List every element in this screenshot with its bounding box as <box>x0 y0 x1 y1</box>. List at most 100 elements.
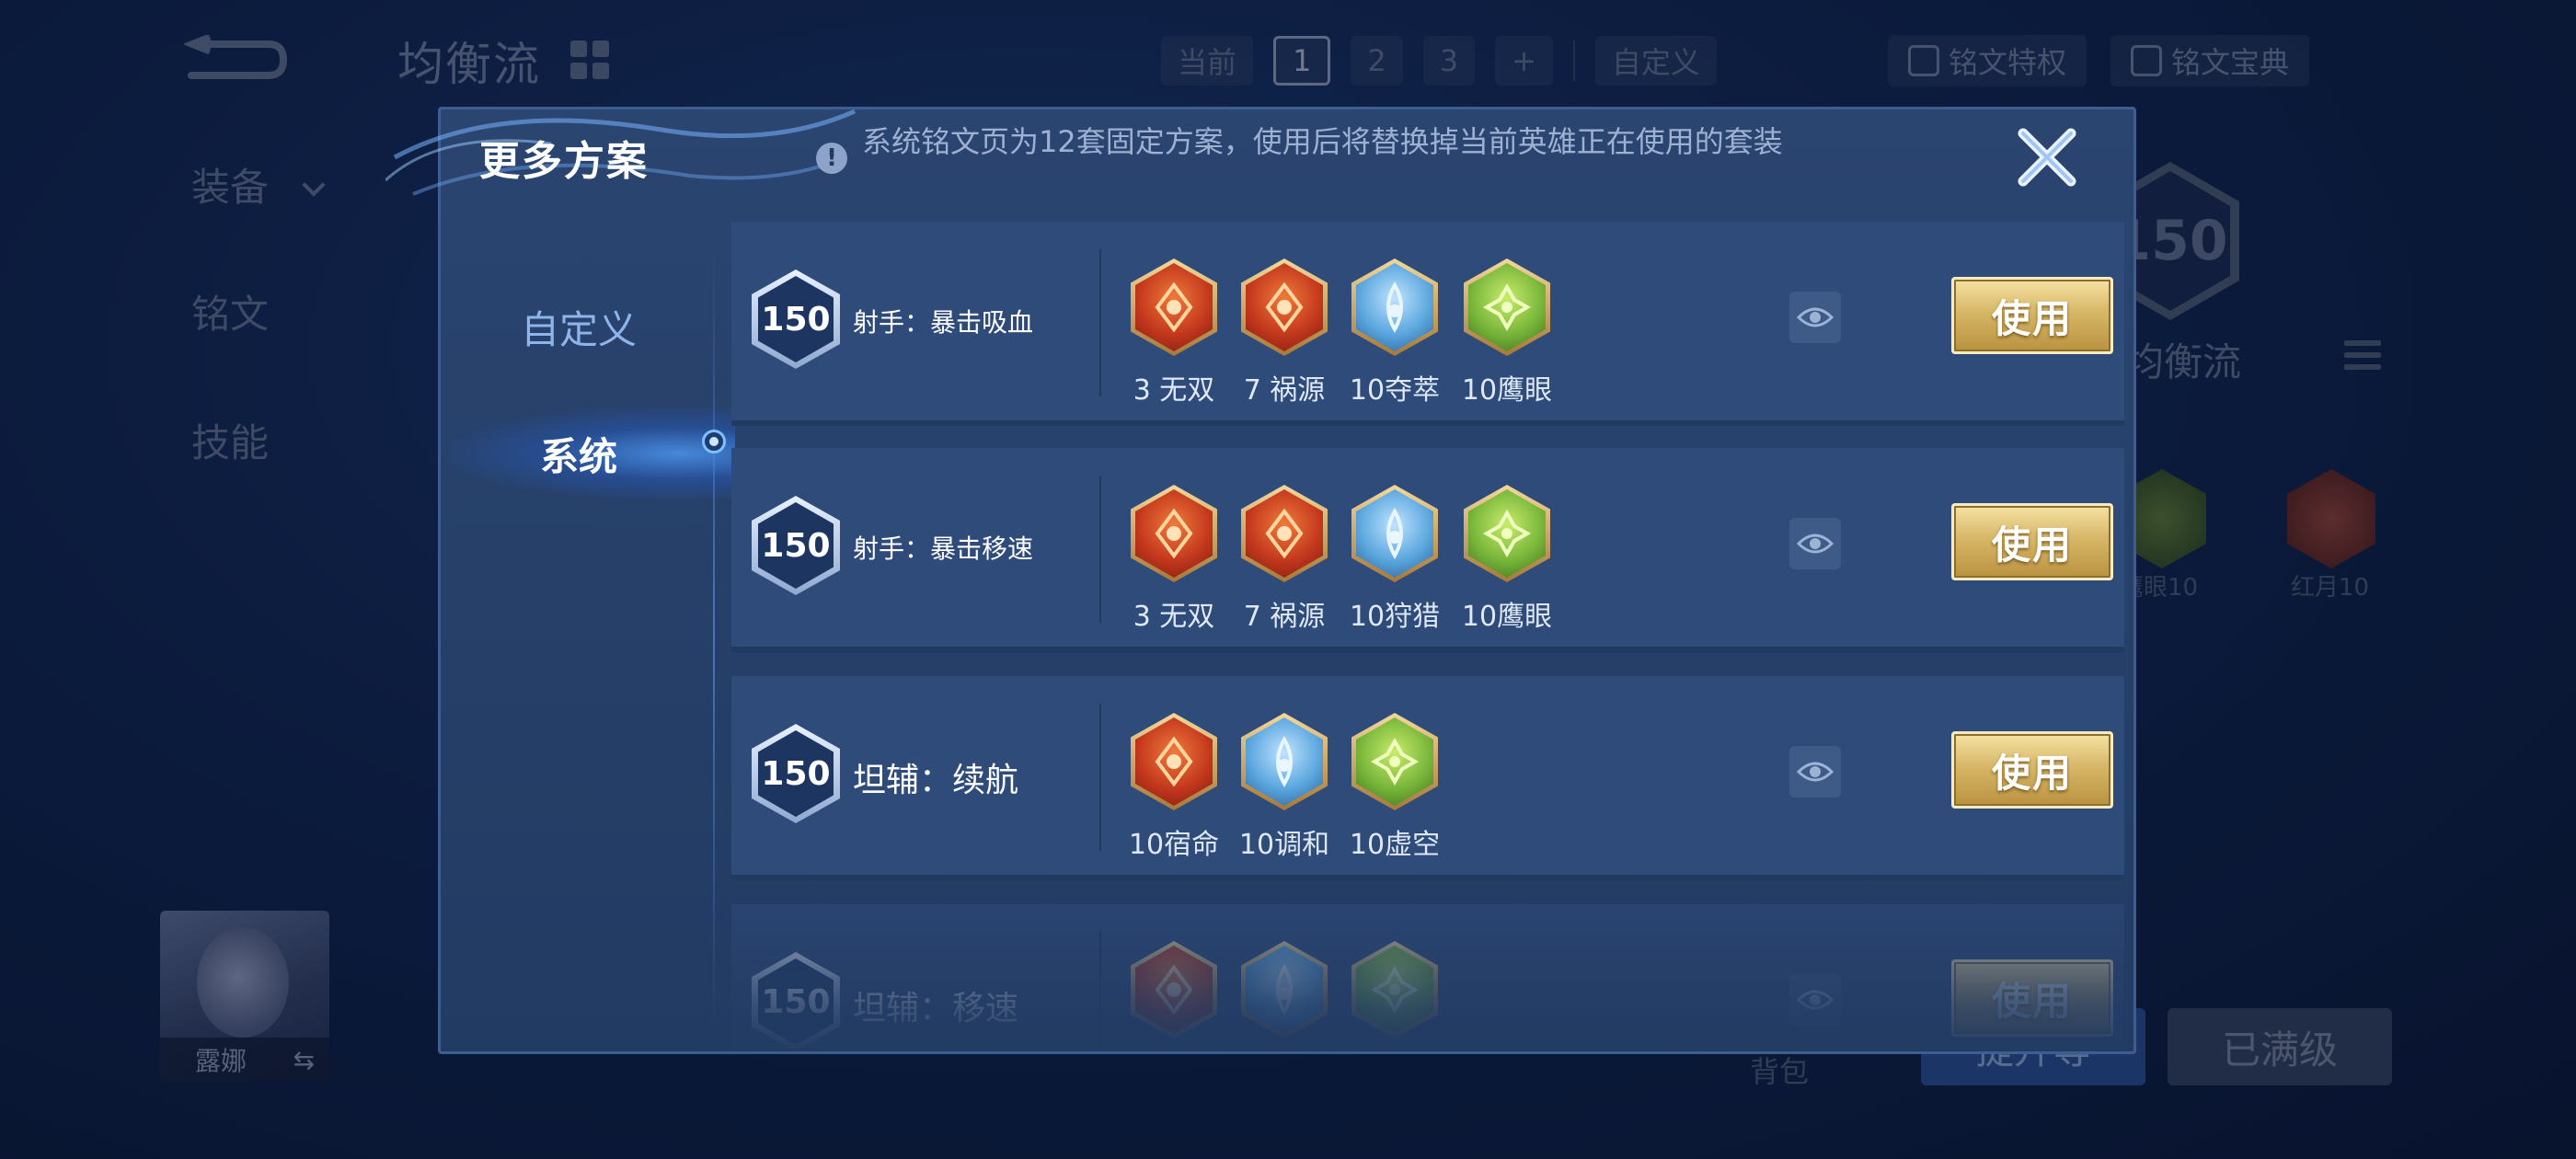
tab-custom[interactable]: 自定义 <box>441 281 717 373</box>
rune-label: 10鹰眼 <box>1461 374 1553 407</box>
rune-frame <box>1131 941 1217 1039</box>
rune-label: 3 无双 <box>1133 374 1215 407</box>
plan-row: 150 射手：暴击移速 3 无双 7 祸源 10狩猎 10鹰眼 使用 <box>731 448 2124 652</box>
leaf-rune-glyph <box>1482 509 1532 558</box>
notice-text: 系统铭文页为12套固定方案，使用后将替换掉当前英雄正在使用的套装 <box>862 124 1783 159</box>
red-rune-icon: 10宿命 <box>1118 713 1230 862</box>
rune-frame <box>1351 941 1438 1039</box>
modal-title: 更多方案 <box>479 138 649 185</box>
active-tab-indicator <box>702 430 726 453</box>
rune-frame <box>1351 713 1438 810</box>
rune-emblem <box>1246 263 1323 351</box>
use-button[interactable]: 使用 <box>1951 503 2113 580</box>
plan-row: 150 射手：暴击吸血 3 无双 7 祸源 10夺萃 10鹰眼 使用 <box>731 222 2124 426</box>
use-button[interactable]: 使用 <box>1951 959 2113 1037</box>
rune-frame <box>1464 258 1550 356</box>
flame-rune-glyph <box>1265 508 1304 559</box>
green-rune-icon: 10虚空 <box>1339 713 1451 862</box>
rune-label: 10宿命 <box>1128 829 1220 861</box>
level-badge: 150 <box>752 270 840 369</box>
rune-label: 10鹰眼 <box>1461 601 1553 633</box>
plan-name: 射手：暴击移速 <box>853 534 1034 564</box>
rune-frame <box>1241 941 1328 1039</box>
preview-eye-button[interactable] <box>1789 974 1841 1026</box>
plan-row: 150 坦辅：移速 使用 <box>731 904 2124 1050</box>
level-badge: 150 <box>752 496 840 595</box>
rune-emblem <box>1356 489 1433 578</box>
green-rune-icon: 10鹰眼 <box>1451 485 1563 634</box>
plan-name: 坦辅：续航 <box>853 762 1019 799</box>
rune-emblem <box>1135 946 1213 1034</box>
rune-label: 10调和 <box>1238 829 1330 861</box>
rune-frame <box>1241 258 1328 356</box>
rune-emblem <box>1135 263 1213 351</box>
eye-icon <box>1797 307 1834 327</box>
blue-rune-icon <box>1228 941 1340 1050</box>
rune-emblem <box>1356 263 1433 351</box>
flame-rune-glyph <box>1155 281 1193 333</box>
blue-rune-icon: 10狩猎 <box>1339 485 1451 634</box>
plan-name: 坦辅：移速 <box>853 990 1019 1027</box>
modal-header: 更多方案 ! 系统铭文页为12套固定方案，使用后将替换掉当前英雄正在使用的套装 <box>385 109 2133 222</box>
rune-frame <box>1351 485 1438 582</box>
level-badge: 150 <box>752 724 840 823</box>
blue-rune-icon: 10调和 <box>1228 713 1340 862</box>
row-divider <box>1099 704 1101 851</box>
rune-label: 10狩猎 <box>1349 601 1441 633</box>
rune-label: 7 祸源 <box>1243 374 1326 407</box>
plan-name: 射手：暴击吸血 <box>853 307 1034 338</box>
rune-label: 10夺萃 <box>1349 374 1441 407</box>
red-rune-icon: 7 祸源 <box>1228 485 1340 634</box>
rune-emblem <box>1246 489 1323 578</box>
water-rune-glyph <box>1386 281 1403 333</box>
rune-frame <box>1131 713 1217 810</box>
water-rune-glyph <box>1276 964 1293 1016</box>
level-value: 150 <box>758 502 834 589</box>
tab-system[interactable]: 系统 <box>441 407 717 499</box>
plan-row: 150 坦辅：续航 10宿命 10调和 10虚空 使用 <box>731 676 2124 880</box>
flame-rune-glyph <box>1155 964 1193 1016</box>
water-rune-glyph <box>1386 508 1403 559</box>
level-value: 150 <box>758 276 834 362</box>
plan-list[interactable]: 150 射手：暴击吸血 3 无双 7 祸源 10夺萃 10鹰眼 使用 150 射手：暴击移速 3 … <box>731 222 2124 1050</box>
use-button[interactable]: 使用 <box>1951 277 2113 354</box>
green-rune-icon <box>1339 941 1451 1050</box>
red-rune-icon: 3 无双 <box>1118 258 1230 407</box>
rune-emblem <box>1135 489 1213 578</box>
row-divider <box>1099 932 1101 1050</box>
rune-emblem <box>1246 946 1323 1034</box>
rune-emblem <box>1356 946 1433 1034</box>
info-icon: ! <box>816 143 847 174</box>
blue-rune-icon: 10夺萃 <box>1339 258 1451 407</box>
preview-eye-button[interactable] <box>1789 292 1841 343</box>
rune-frame <box>1241 713 1328 810</box>
red-rune-icon <box>1118 941 1230 1050</box>
eye-icon <box>1797 990 1834 1010</box>
row-divider <box>1099 249 1101 396</box>
preview-eye-button[interactable] <box>1789 746 1841 798</box>
rune-label: 10虚空 <box>1349 829 1441 861</box>
rune-frame <box>1131 485 1217 582</box>
use-button[interactable]: 使用 <box>1951 731 2113 809</box>
rune-emblem <box>1246 717 1323 806</box>
eye-icon <box>1797 762 1834 782</box>
rune-label: 7 祸源 <box>1243 601 1326 633</box>
more-plans-modal: 更多方案 ! 系统铭文页为12套固定方案，使用后将替换掉当前英雄正在使用的套装 … <box>385 107 2136 1054</box>
flame-rune-glyph <box>1155 508 1193 559</box>
rune-emblem <box>1468 263 1546 351</box>
flame-rune-glyph <box>1265 281 1304 333</box>
rune-emblem <box>1356 717 1433 806</box>
rune-emblem <box>1135 717 1213 806</box>
leaf-rune-glyph <box>1370 737 1420 786</box>
leaf-rune-glyph <box>1482 282 1532 332</box>
rune-frame <box>1241 485 1328 582</box>
rune-frame <box>1464 485 1550 582</box>
green-rune-icon: 10鹰眼 <box>1451 258 1563 407</box>
flame-rune-glyph <box>1155 736 1193 787</box>
eye-icon <box>1797 534 1834 554</box>
close-icon[interactable] <box>2012 122 2082 192</box>
preview-eye-button[interactable] <box>1789 518 1841 569</box>
leaf-rune-glyph <box>1370 965 1420 1015</box>
rune-frame <box>1131 258 1217 356</box>
level-value: 150 <box>758 958 834 1045</box>
